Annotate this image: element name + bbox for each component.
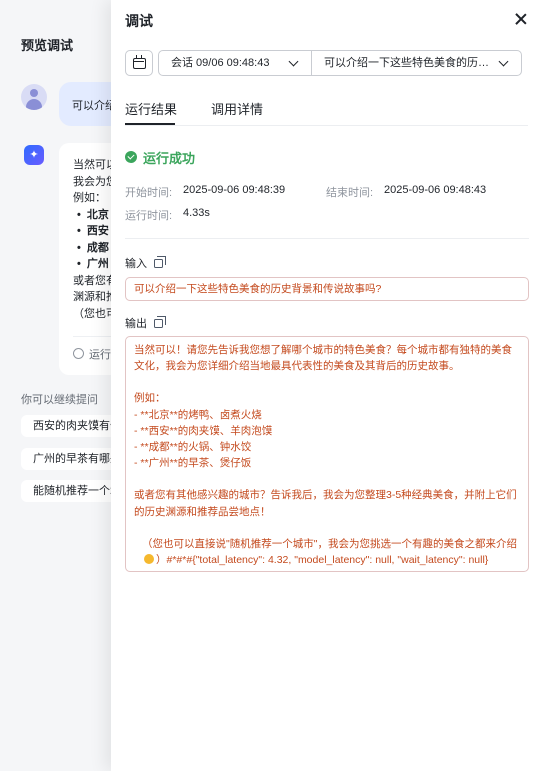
panel-title: 调试	[125, 13, 153, 29]
success-check-icon	[125, 151, 137, 163]
duration-label: 运行时间:	[125, 210, 173, 222]
chevron-down-icon	[288, 56, 299, 67]
page-title: 预览调试	[21, 38, 74, 53]
run-status: 运行成功	[143, 151, 196, 166]
duration-value: 4.33s	[183, 207, 210, 219]
end-time-label: 结束时间:	[326, 187, 374, 199]
suggestion-chip[interactable]: 广州的早茶有哪些	[21, 448, 121, 470]
tab-call-details[interactable]: 调用详情	[211, 99, 263, 118]
run-label: 运行	[89, 349, 111, 361]
session-select[interactable]: 会话 09/06 09:48:43	[158, 50, 312, 76]
output-paragraph: 例如： - **北京**的烤鸭、卤煮火烧 - **西安**的肉夹馍、羊肉泡馍 -…	[134, 392, 273, 470]
copy-icon[interactable]	[154, 316, 166, 328]
calendar-icon	[133, 55, 146, 69]
user-message-bubble: 可以介绍一下	[59, 82, 119, 126]
suggestion-chip[interactable]: 能随机推荐一个城	[21, 480, 121, 502]
output-paragraph: 或者您有其他感兴趣的城市？告诉我后，我会为您整理3-5种经典美食，并附上它们的历…	[134, 489, 517, 518]
calendar-button[interactable]	[125, 50, 153, 76]
tab-divider	[125, 125, 528, 126]
section-divider	[125, 238, 529, 239]
start-time-label: 开始时间:	[125, 187, 173, 199]
smile-emoji-icon	[144, 554, 154, 565]
session-select-value: 会话 09/06 09:48:43	[171, 57, 270, 69]
output-paragraph: ）#*#*#{"total_latency": 4.32, "model_lat…	[156, 554, 489, 567]
close-icon[interactable]	[514, 12, 528, 26]
tab-run-result[interactable]: 运行结果	[125, 99, 177, 125]
output-paragraph: （您也可以直接说"随机推荐一个城市"，我会为您挑选一个有趣的美食之都来介绍	[142, 537, 517, 550]
output-value: 当然可以！请您先告诉我您想了解哪个城市的特色美食？每个城市都有独特的美食文化，我…	[125, 336, 529, 572]
bot-message-card: 当然可以 我会为您 例如： 北京 西安 成都 广州 或者您有 渊源和推 （您也可…	[59, 143, 119, 375]
user-avatar	[21, 84, 47, 110]
output-paragraph: 当然可以！请您先告诉我您想了解哪个城市的特色美食？每个城市都有独特的美食文化，我…	[134, 344, 512, 373]
end-time-value: 2025-09-06 09:48:43	[384, 184, 487, 196]
copy-icon[interactable]	[154, 256, 166, 268]
input-value: 可以介绍一下这些特色美食的历史背景和传说故事吗?	[125, 277, 529, 301]
debug-panel: 调试 会话 09/06 09:48:43 可以介绍一下这些特色美食的历史背景和传…	[111, 0, 540, 771]
output-label: 输出	[125, 318, 147, 330]
clock-icon	[73, 348, 84, 359]
follow-up-label: 你可以继续提问	[21, 394, 98, 406]
question-select[interactable]: 可以介绍一下这些特色美食的历史背景和传说故事吗？	[311, 50, 522, 76]
suggestion-chip[interactable]: 西安的肉夹馍有什么	[21, 415, 121, 437]
sparkle-icon: ✦	[24, 145, 44, 165]
input-label: 输入	[125, 258, 147, 270]
start-time-value: 2025-09-06 09:48:39	[183, 184, 286, 196]
question-select-value: 可以介绍一下这些特色美食的历史背景和传说故事吗？	[324, 57, 522, 69]
